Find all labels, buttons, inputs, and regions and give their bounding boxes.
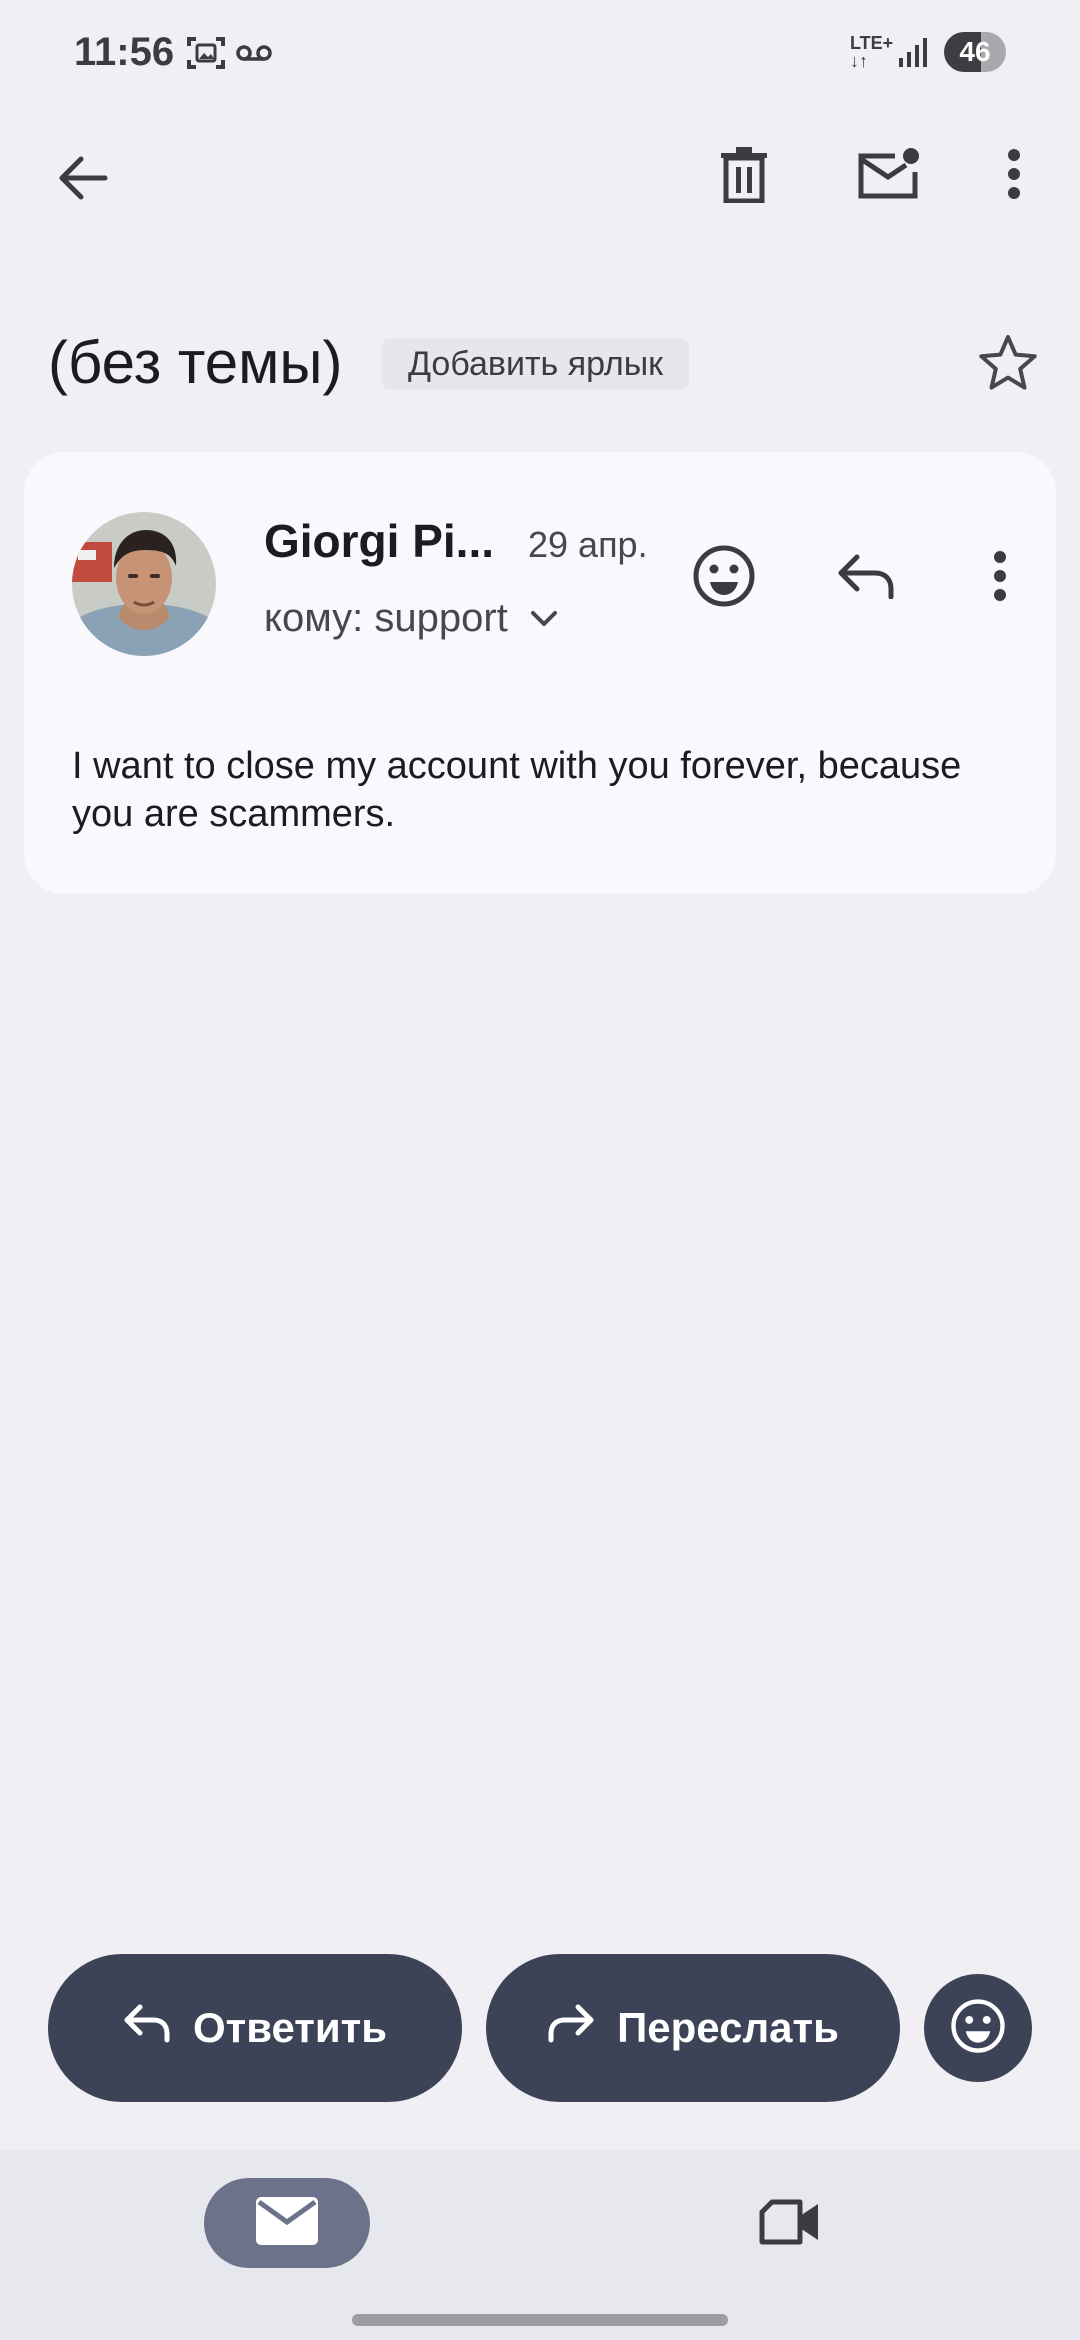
recipient-details[interactable]: кому: support <box>264 596 558 641</box>
star-button[interactable] <box>970 326 1046 402</box>
reply-icon <box>123 2003 171 2053</box>
emoji-icon <box>950 1998 1006 2059</box>
message-date: 29 апр. <box>528 524 648 565</box>
forward-label: Переслать <box>617 2004 839 2051</box>
reply-label: Ответить <box>192 2004 388 2051</box>
battery-indicator: 46 <box>944 32 1006 72</box>
screenshot-icon <box>186 34 226 77</box>
screen: 11:56 LTE+ ↓↑ 46 (без темы) Добавить ярл… <box>0 0 1080 2340</box>
mail-unread-icon <box>855 146 921 207</box>
status-bar: 11:56 LTE+ ↓↑ 46 <box>0 0 1080 110</box>
more-vert-icon <box>993 550 1007 606</box>
more-options-button[interactable] <box>984 136 1044 216</box>
forward-action-button[interactable]: Переслать <box>486 1954 900 2102</box>
star-outline-icon <box>978 333 1038 396</box>
delete-button[interactable] <box>704 136 784 216</box>
message-more-button[interactable] <box>970 538 1030 618</box>
message-card[interactable]: Giorgi Pi... 29 апр. кому: support I wan… <box>24 452 1056 894</box>
back-button[interactable] <box>42 140 122 220</box>
arrow-left-icon <box>55 154 109 207</box>
nav-mail-tab[interactable] <box>204 2178 370 2268</box>
trash-icon <box>719 145 769 208</box>
reply-action-button[interactable]: Ответить <box>48 1954 462 2102</box>
mark-unread-button[interactable] <box>846 136 930 216</box>
gesture-navigation-bar[interactable] <box>352 2314 728 2326</box>
add-label-chip[interactable]: Добавить ярлык <box>382 338 690 390</box>
video-camera-icon <box>758 2198 822 2251</box>
email-subject: (без темы) <box>48 329 343 396</box>
more-vert-icon <box>1007 148 1021 204</box>
reply-button[interactable] <box>826 538 906 618</box>
reply-icon <box>837 553 895 604</box>
chevron-down-icon <box>530 610 558 628</box>
emoji-icon <box>692 544 756 613</box>
forward-icon <box>547 2003 595 2053</box>
recipient-label: кому: support <box>264 596 508 640</box>
mail-icon <box>256 2196 318 2250</box>
lte-icon: LTE+ ↓↑ <box>850 33 894 71</box>
message-body: I want to close my account with you fore… <box>72 745 962 835</box>
sender-name: Giorgi Pi... <box>264 515 495 567</box>
network-label: LTE+ <box>850 33 894 53</box>
signal-icon <box>898 36 930 73</box>
add-reaction-button[interactable] <box>684 538 764 618</box>
subject-row: (без темы) Добавить ярлык <box>48 322 1048 402</box>
nav-meet-tab[interactable] <box>754 2194 826 2254</box>
sender-avatar[interactable] <box>72 512 216 656</box>
bottom-navigation <box>0 2150 1080 2340</box>
voicemail-icon <box>236 42 272 69</box>
status-time: 11:56 <box>74 30 175 74</box>
emoji-reaction-button[interactable] <box>924 1974 1032 2082</box>
